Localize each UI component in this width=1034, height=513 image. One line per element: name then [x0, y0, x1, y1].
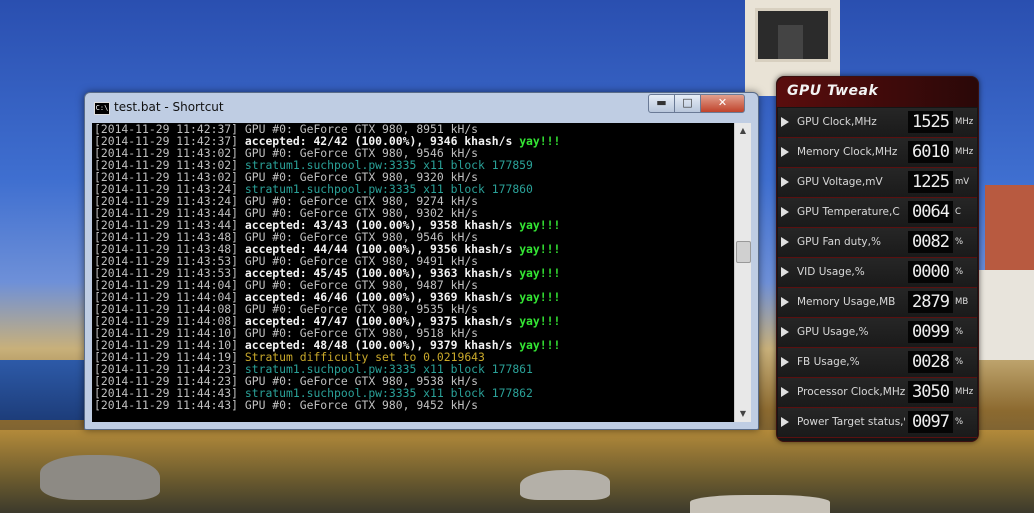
- window-title: test.bat - Shortcut: [114, 100, 224, 114]
- scroll-up-arrow-icon[interactable]: ▲: [735, 123, 751, 139]
- gpu-tweak-title: GPU Tweak: [787, 83, 879, 99]
- gpu-monitor-label: GPU Clock,MHz: [797, 116, 877, 128]
- gpu-monitor-label: FB Usage,%: [797, 356, 860, 368]
- lighthouse-window: [778, 25, 803, 59]
- gpu-monitor-row[interactable]: GPU Voltage,mV 1225 mV: [778, 168, 977, 198]
- gpu-monitor-value: 0099: [908, 321, 953, 343]
- gpu-monitor-row[interactable]: FB Usage,% 0028%: [778, 348, 977, 378]
- expand-arrow-icon[interactable]: [781, 177, 789, 187]
- gpu-monitor-unit: %: [955, 417, 964, 427]
- scroll-down-arrow-icon[interactable]: ▼: [735, 406, 751, 422]
- gpu-monitor-label: Processor Clock,MHz: [797, 386, 905, 398]
- expand-arrow-icon[interactable]: [781, 417, 789, 427]
- wallpaper-house-wall: [975, 270, 1034, 360]
- log-success-flag: yay!!!: [519, 242, 561, 256]
- scroll-thumb[interactable]: [736, 241, 751, 263]
- gpu-monitor-label: Memory Clock,MHz: [797, 146, 898, 158]
- gpu-monitor-row[interactable]: Power Target status,% 0097%: [778, 408, 977, 438]
- window-titlebar[interactable]: C:\ test.bat - Shortcut ▬ □ ✕: [85, 93, 758, 121]
- gpu-monitor-row[interactable]: Memory Usage,MB 2879 MB: [778, 288, 977, 318]
- log-success-flag: yay!!!: [519, 314, 561, 328]
- gpu-monitor-row[interactable]: Processor Clock,MHz 3050 MHz: [778, 378, 977, 408]
- console-window[interactable]: C:\ test.bat - Shortcut ▬ □ ✕ [2014-11-2…: [84, 92, 759, 430]
- close-button[interactable]: ✕: [700, 94, 745, 113]
- expand-arrow-icon[interactable]: [781, 117, 789, 127]
- log-success-flag: yay!!!: [519, 218, 561, 232]
- gpu-monitor-label: GPU Fan duty,%: [797, 236, 881, 248]
- expand-arrow-icon[interactable]: [781, 297, 789, 307]
- gpu-monitor-value: 1225: [908, 171, 953, 193]
- expand-arrow-icon[interactable]: [781, 267, 789, 277]
- gpu-tweak-header[interactable]: GPU Tweak: [777, 77, 978, 107]
- gpu-monitor-row[interactable]: Memory Clock,MHz 6010 MHz: [778, 138, 977, 168]
- gpu-monitor-unit: MHz: [955, 117, 974, 127]
- expand-arrow-icon[interactable]: [781, 147, 789, 157]
- log-timestamp: [2014-11-29 11:44:43]: [94, 398, 245, 412]
- gpu-monitor-row[interactable]: GPU Temperature,C 0064 C: [778, 198, 977, 228]
- gpu-monitor-value: 0082: [908, 231, 953, 253]
- gpu-monitor-unit: %: [955, 357, 964, 367]
- wallpaper-rock: [40, 455, 160, 500]
- gpu-monitor-label: Memory Usage,MB: [797, 296, 896, 308]
- gpu-monitor-label: GPU Temperature,C: [797, 206, 900, 218]
- gpu-monitor-value: 0028: [908, 351, 953, 373]
- gpu-monitor-value: 2879: [908, 291, 953, 313]
- gpu-monitor-unit: mV: [955, 177, 970, 187]
- minimize-button[interactable]: ▬: [648, 94, 675, 113]
- gpu-monitor-unit: %: [955, 237, 964, 247]
- gpu-monitor-value: 0000: [908, 261, 953, 283]
- gpu-monitor-list: GPU Clock,MHz 1525 MHz Memory Clock,MHz 6010…: [777, 108, 978, 438]
- maximize-button[interactable]: □: [674, 94, 701, 113]
- wallpaper-rock: [690, 495, 830, 513]
- vertical-scrollbar[interactable]: ▲ ▼: [734, 123, 751, 422]
- gpu-monitor-value: 1525: [908, 111, 953, 133]
- gpu-monitor-value: 3050: [908, 381, 953, 403]
- expand-arrow-icon[interactable]: [781, 327, 789, 337]
- gpu-monitor-label: GPU Usage,%: [797, 326, 869, 338]
- gpu-monitor-unit: MHz: [955, 387, 974, 397]
- gpu-monitor-unit: MHz: [955, 147, 974, 157]
- log-success-flag: yay!!!: [519, 134, 561, 148]
- expand-arrow-icon[interactable]: [781, 357, 789, 367]
- gpu-monitor-label: VID Usage,%: [797, 266, 865, 278]
- gpu-monitor-value: 0097: [908, 411, 953, 433]
- gpu-tweak-widget[interactable]: GPU Tweak GPU Clock,MHz 1525 MHz Memory Clo…: [776, 76, 979, 442]
- gpu-monitor-row[interactable]: GPU Usage,% 0099%: [778, 318, 977, 348]
- console-line: [2014-11-29 11:44:43] GPU #0: GeForce GT…: [94, 399, 560, 411]
- gpu-monitor-row[interactable]: GPU Clock,MHz 1525 MHz: [778, 108, 977, 138]
- log-message: GPU #0: GeForce GTX 980, 9452 kH/s: [244, 398, 479, 412]
- gpu-monitor-label: GPU Voltage,mV: [797, 176, 883, 188]
- gpu-monitor-label: Power Target status,%: [797, 416, 905, 428]
- log-success-flag: yay!!!: [519, 290, 561, 304]
- expand-arrow-icon[interactable]: [781, 237, 789, 247]
- console-lines: [2014-11-29 11:42:37] GPU #0: GeForce GT…: [94, 123, 560, 411]
- gpu-monitor-row[interactable]: GPU Fan duty,% 0082%: [778, 228, 977, 258]
- gpu-monitor-unit: MB: [955, 297, 969, 307]
- expand-arrow-icon[interactable]: [781, 387, 789, 397]
- console-icon[interactable]: C:\: [94, 102, 110, 115]
- log-success-flag: yay!!!: [519, 338, 561, 352]
- gpu-monitor-row[interactable]: VID Usage,% 0000%: [778, 258, 977, 288]
- wallpaper-rock: [520, 470, 610, 500]
- gpu-monitor-unit: %: [955, 267, 964, 277]
- gpu-monitor-unit: C: [955, 207, 961, 217]
- gpu-monitor-value: 6010: [908, 141, 953, 163]
- expand-arrow-icon[interactable]: [781, 207, 789, 217]
- console-output[interactable]: [2014-11-29 11:42:37] GPU #0: GeForce GT…: [92, 123, 740, 422]
- gpu-monitor-unit: %: [955, 327, 964, 337]
- lighthouse-lantern: [755, 8, 831, 62]
- log-success-flag: yay!!!: [519, 266, 561, 280]
- gpu-monitor-value: 0064: [908, 201, 953, 223]
